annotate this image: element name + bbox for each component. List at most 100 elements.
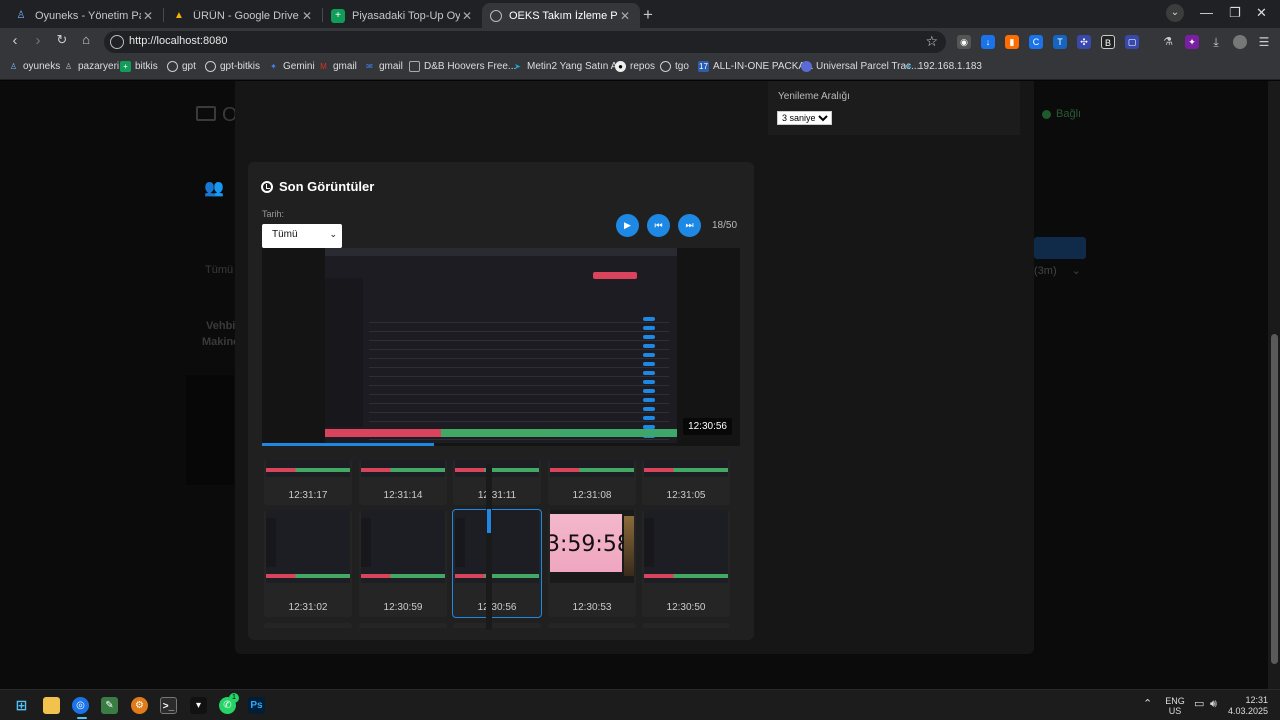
screenshot-viewer[interactable]: 12:30:56 [262,248,740,446]
network-extension-icon[interactable]: ✣ [1077,35,1091,49]
chart-extension-icon[interactable]: ▮ [1005,35,1019,49]
text-extension-icon[interactable]: T [1053,35,1067,49]
tray-overflow-icon[interactable]: ⌃ [1143,699,1152,710]
screen-extension-icon[interactable]: ▢ [1125,35,1139,49]
thumbnail-image [266,460,350,477]
git-icon[interactable]: ⚙ [131,697,148,714]
site-info-icon[interactable] [110,35,124,49]
bookmark-item[interactable]: gpt [167,61,196,72]
thumbnail[interactable]: 12:31:14 [359,460,447,505]
window-close-icon[interactable]: ✕ [1256,5,1267,21]
forward-icon[interactable]: › [28,32,48,49]
previous-button[interactable]: ⏮ [647,214,670,237]
thumbnail[interactable] [548,623,636,628]
thumbnail[interactable]: 12:31:05 [642,460,730,505]
play-button[interactable]: ▶ [616,214,639,237]
drive-icon: ▲ [174,9,184,21]
bookmark-star-icon[interactable]: ☆ [925,33,938,50]
translate-extension-icon[interactable]: C [1029,35,1043,49]
tab-oyuneks[interactable]: ♙ Oyuneks - Yönetim Paneli ✕ [6,3,163,28]
thumbnail[interactable]: 12:31:17 [264,460,352,505]
scrollbar-thumb[interactable] [487,509,491,533]
file-explorer-icon[interactable] [43,697,60,714]
bookmark-item[interactable]: tgo [660,61,689,72]
screenshot-row [369,406,669,413]
notepad-icon[interactable]: ✎ [101,697,118,714]
terminal-icon[interactable]: >_ [160,697,177,714]
minimize-icon[interactable]: — [1200,5,1213,20]
thumbnail[interactable]: 12:31:11 [453,460,541,505]
language-indicator[interactable]: ENG US [1164,696,1186,716]
thumbnail[interactable]: 12:31:02 [264,510,352,617]
blocker-extension-icon[interactable]: B [1101,35,1115,49]
tab-sheets[interactable]: + Piyasadaki Top-Up Oyunlar ID ✕ [323,3,482,28]
bookmark-item[interactable]: Mgmail [318,61,357,72]
page-scrollbar[interactable] [1268,81,1280,689]
scrollbar-thumb[interactable] [1271,334,1278,664]
new-tab-button[interactable]: + [643,5,653,25]
bookmark-item[interactable]: D&B Hoovers Free... [409,61,516,72]
thumbnail[interactable]: 12:30:59 [359,510,447,617]
thumbnail-scrollbar[interactable] [486,464,492,630]
photoshop-icon[interactable]: Ps [248,697,265,714]
lab-icon[interactable]: ⚗ [1161,35,1175,49]
tab-title: Oyuneks - Yönetim Paneli [35,9,141,22]
download-extension-icon[interactable]: ↓ [981,35,995,49]
maximize-icon[interactable]: ❐ [1229,5,1241,21]
back-icon[interactable]: ‹ [5,32,25,49]
bookmark-item[interactable]: 17 ALL-IN-ONE PACKA... [698,61,813,72]
thumbnail[interactable]: 12:30:50 [642,510,730,617]
address-bar[interactable]: http://localhost:8080 ☆ [104,31,946,53]
thumbnail[interactable] [453,623,541,628]
next-button[interactable]: ⏭ [678,214,701,237]
thumbnail-grid: 12:31:17 12:31:14 12:31:11 12:31:08 12:3… [262,460,738,628]
globe-icon [660,61,671,72]
volume-icon[interactable]: 🔊︎ [1210,699,1217,710]
close-icon[interactable]: ✕ [460,9,474,23]
thumbnail[interactable] [264,623,352,628]
reload-icon[interactable]: ↻ [52,32,72,48]
thumbnail[interactable] [359,623,447,628]
bookmark-item[interactable]: ✈ 192.168.1.183 [903,61,982,72]
chrome-icon[interactable]: ◎ [72,697,89,714]
camera-extension-icon[interactable]: ◉ [957,35,971,49]
cursor-app-icon[interactable]: ▾ [190,697,207,714]
home-icon[interactable]: ⌂ [76,32,96,47]
refresh-interval-select[interactable]: 3 saniye [777,111,832,125]
thumbnail-image [550,460,634,477]
bookmark-item[interactable]: ➤ Metin2 Yang Satın A... [512,61,625,72]
close-icon[interactable]: ✕ [141,9,155,23]
profile-avatar[interactable] [1233,35,1247,49]
close-icon[interactable]: ✕ [300,9,314,23]
thumbnail[interactable]: 12:31:08 [548,460,636,505]
mail-icon: ✉ [366,62,373,71]
tab-search-icon[interactable]: ⌄ [1166,4,1184,22]
thumbnail-image [455,460,539,477]
bookmark-item[interactable]: ✦ Gemini [268,61,315,72]
bookmark-item[interactable]: ♙ oyuneks [8,61,60,72]
thumbnail[interactable]: 3:59:58 12:30:53 [548,510,636,617]
system-clock[interactable]: 12:31 4.03.2025 [1226,695,1268,717]
bookmark-item[interactable]: Universal Parcel Trac... [801,61,919,72]
thumbnail[interactable] [642,623,730,628]
windows-start-icon[interactable]: ⊞ [13,697,30,714]
github-icon: ● [615,61,626,72]
bookmark-item[interactable]: ♙ pazaryeri [63,61,119,72]
person-icon: ♙ [16,9,26,21]
bookmark-item[interactable]: ✉ gmail [364,61,403,72]
date-select[interactable]: Tümü ⌄ [262,224,342,248]
thumbnail-image: 3:59:58 [550,510,634,583]
close-icon[interactable]: ✕ [618,9,632,23]
network-icon[interactable]: ▭ [1194,699,1204,710]
bookmark-item[interactable]: ● repos [615,61,655,72]
tab-drive[interactable]: ▲ ÜRÜN - Google Drive ✕ [164,3,322,28]
downloads-icon[interactable]: ⤓ [1209,35,1223,49]
purple-extension-icon[interactable]: ✦ [1185,35,1199,49]
tab-oeks-panel[interactable]: OEKS Takım İzleme Paneli ✕ [482,3,640,28]
thumbnail-selected[interactable]: 12:30:56 [452,509,542,618]
menu-icon[interactable]: ☰ [1257,35,1271,49]
screenshot-row [369,361,669,368]
bookmark-item[interactable]: + bitkis [120,61,158,72]
bookmark-item[interactable]: gpt-bitkis [205,61,260,72]
parcel-icon [801,61,812,72]
